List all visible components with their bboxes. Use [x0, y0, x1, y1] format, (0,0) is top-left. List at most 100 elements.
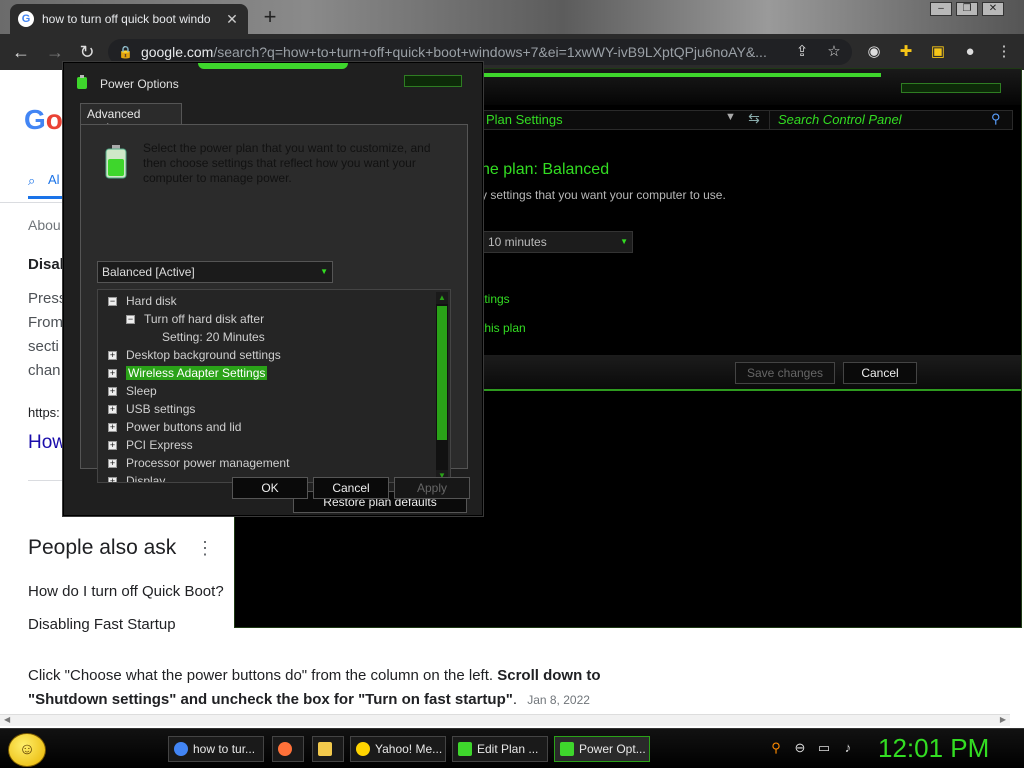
taskbar-item-folder[interactable]: [312, 736, 344, 762]
taskbar-item-power-options[interactable]: Power Opt...: [554, 736, 650, 762]
active-tab-indicator: [28, 196, 68, 199]
extension-flag-icon[interactable]: ◉: [864, 42, 884, 62]
collapse-icon[interactable]: −: [126, 314, 135, 324]
scroll-up-icon[interactable]: ▲: [436, 292, 448, 304]
yahoo-messenger-icon: [356, 742, 370, 756]
forward-button[interactable]: →: [44, 41, 66, 63]
chevron-down-icon: ▼: [620, 237, 628, 246]
expand-icon[interactable]: +: [108, 440, 117, 450]
bookmark-star-icon[interactable]: ☆: [824, 42, 844, 62]
taskbar-item-yahoo-messenger[interactable]: Yahoo! Me...: [350, 736, 446, 762]
chrome-menu-icon[interactable]: ⋮: [994, 42, 1014, 62]
url-path: /search?q=how+to+turn+off+quick+boot+win…: [213, 44, 767, 60]
advanced-settings-link[interactable]: ttings: [481, 292, 510, 306]
answer-snippet: Click "Choose what the power buttons do"…: [28, 667, 601, 708]
control-panel-icon: [458, 742, 472, 756]
ok-button[interactable]: OK: [232, 477, 308, 499]
cp-cancel-button[interactable]: Cancel: [843, 362, 917, 384]
refresh-icon[interactable]: ⇆: [743, 110, 765, 130]
tree-item-power-buttons[interactable]: + Power buttons and lid: [108, 418, 241, 436]
tree-item-sleep[interactable]: + Sleep: [108, 382, 157, 400]
maximize-window-button[interactable]: ❐: [956, 2, 978, 16]
tree-item-processor-power[interactable]: + Processor power management: [108, 454, 289, 472]
network-icon[interactable]: ▭: [816, 740, 832, 756]
tree-item-usb-settings[interactable]: + USB settings: [108, 400, 195, 418]
back-button[interactable]: ←: [10, 41, 32, 63]
minimize-all-icon[interactable]: ⊖: [792, 740, 808, 756]
expand-icon[interactable]: +: [108, 476, 117, 482]
clock[interactable]: 12:01 PM: [878, 733, 989, 764]
volume-icon[interactable]: ♪: [840, 740, 856, 756]
taskbar-item-firefox[interactable]: [272, 736, 304, 762]
cancel-button[interactable]: Cancel: [313, 477, 389, 499]
tree-item-display[interactable]: + Display: [108, 472, 165, 482]
cp-window-controls[interactable]: [901, 83, 1001, 93]
result-url: https:: [28, 405, 60, 420]
start-button[interactable]: ☺: [8, 733, 46, 767]
more-options-icon[interactable]: ⋮: [196, 538, 214, 559]
google-favicon-icon: G: [18, 11, 34, 27]
expand-icon[interactable]: +: [108, 404, 117, 414]
chevron-down-icon[interactable]: ▼: [725, 111, 736, 123]
cp-glow: [481, 73, 881, 77]
profile-avatar-icon[interactable]: ●: [960, 42, 980, 62]
google-logo[interactable]: Go: [24, 104, 63, 136]
close-window-button[interactable]: ✕: [982, 2, 1004, 16]
new-tab-button[interactable]: +: [258, 6, 282, 30]
scroll-right-icon[interactable]: ▶: [1000, 715, 1006, 724]
save-changes-button[interactable]: Save changes: [735, 362, 835, 384]
tree-item-hard-disk[interactable]: − Hard disk: [108, 292, 177, 310]
settings-tree[interactable]: − Hard disk − Turn off hard disk after S…: [97, 289, 451, 483]
people-also-ask-heading: People also ask: [28, 536, 177, 559]
restore-defaults-link[interactable]: this plan: [481, 321, 526, 335]
tab-all[interactable]: Al: [48, 172, 60, 187]
tree-item-desktop-background[interactable]: + Desktop background settings: [108, 346, 281, 364]
tree-item-wireless-adapter[interactable]: + Wireless Adapter Settings: [108, 364, 268, 382]
plan-subtitle: y settings that you want your computer t…: [481, 188, 726, 202]
featured-heading: Disal: [28, 256, 64, 273]
search-icon[interactable]: ⚲: [768, 740, 784, 756]
expand-icon[interactable]: +: [108, 368, 117, 378]
share-icon[interactable]: ⇪: [792, 42, 812, 62]
close-tab-icon[interactable]: ✕: [224, 11, 240, 28]
horizontal-scrollbar[interactable]: ◀ ▶: [0, 714, 1010, 726]
tree-item-turn-off-hard-disk[interactable]: − Turn off hard disk after: [126, 310, 264, 328]
expand-icon[interactable]: +: [108, 458, 117, 468]
search-icon: ⌕: [28, 173, 36, 188]
taskbar-item-chrome[interactable]: how to tur...: [168, 736, 264, 762]
plan-heading: he plan: Balanced: [481, 161, 610, 178]
browser-tab[interactable]: G how to turn off quick boot windo ✕: [10, 4, 248, 34]
scroll-thumb[interactable]: [437, 306, 447, 440]
apply-button[interactable]: Apply: [394, 477, 470, 499]
dialog-description: Select the power plan that you want to c…: [143, 141, 431, 185]
paa-question[interactable]: Disabling Fast Startup: [28, 616, 176, 633]
result-link[interactable]: How: [28, 432, 66, 454]
tab-advanced-settings[interactable]: Advanced settings: [80, 103, 182, 135]
dialog-titlebar[interactable]: Power Options: [64, 63, 482, 97]
expand-icon[interactable]: +: [108, 422, 117, 432]
collapse-icon[interactable]: −: [108, 296, 117, 306]
tree-item-pci-express[interactable]: + PCI Express: [108, 436, 193, 454]
advanced-settings-panel: Select the power plan that you want to c…: [80, 124, 468, 513]
power-plan-select[interactable]: Balanced [Active] ▼: [97, 261, 333, 283]
firefox-icon: [278, 742, 292, 756]
tree-item-setting-value[interactable]: Setting: 20 Minutes: [162, 328, 265, 346]
minimize-window-button[interactable]: –: [930, 2, 952, 16]
expand-icon[interactable]: +: [108, 350, 117, 360]
side-panel-icon[interactable]: ▣: [928, 42, 948, 62]
paa-question[interactable]: How do I turn off Quick Boot?: [28, 583, 224, 600]
tab-title: how to turn off quick boot windo: [42, 12, 211, 26]
reload-button[interactable]: ↻: [76, 41, 98, 63]
taskbar-item-edit-plan[interactable]: Edit Plan ...: [452, 736, 548, 762]
search-icon[interactable]: ⚲: [991, 111, 1001, 127]
expand-icon[interactable]: +: [108, 386, 117, 396]
tree-scrollbar[interactable]: ▲ ▼: [436, 292, 448, 482]
chrome-icon: [174, 742, 188, 756]
extensions-puzzle-icon[interactable]: ✚: [896, 42, 916, 62]
search-control-panel-input[interactable]: Search Control Panel: [769, 110, 1013, 130]
scroll-left-icon[interactable]: ◀: [4, 715, 10, 724]
about-results: Abou: [28, 217, 61, 233]
close-dialog-button[interactable]: [404, 75, 462, 87]
sleep-timeout-select[interactable]: 10 minutes ▼: [483, 231, 633, 253]
battery-icon: [105, 145, 127, 179]
